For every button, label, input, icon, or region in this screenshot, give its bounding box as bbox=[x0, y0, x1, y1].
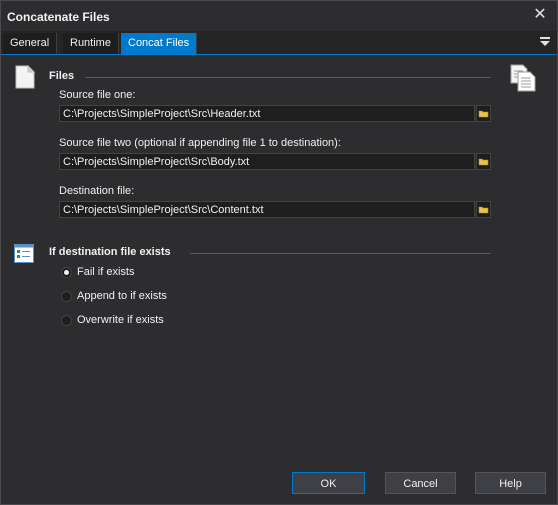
radio-circle[interactable] bbox=[61, 291, 72, 302]
folder-icon bbox=[478, 206, 489, 214]
tab-bar: General Runtime Concat Files bbox=[1, 31, 557, 55]
radio-label: Fail if exists bbox=[77, 266, 135, 278]
radio-label: Append to if exists bbox=[77, 290, 167, 302]
source-file-one-browse-button[interactable] bbox=[476, 105, 491, 122]
files-section-divider bbox=[85, 77, 491, 78]
source-file-one-label: Source file one: bbox=[59, 89, 136, 101]
cancel-button[interactable]: Cancel bbox=[385, 472, 456, 494]
tab-general[interactable]: General bbox=[3, 33, 58, 54]
folder-icon bbox=[478, 158, 489, 166]
destination-file-label: Destination file: bbox=[59, 185, 135, 197]
close-icon[interactable]: ✕ bbox=[531, 6, 549, 24]
source-file-two-label: Source file two (optional if appending f… bbox=[59, 137, 341, 149]
destination-file-input[interactable] bbox=[59, 201, 475, 218]
tab-runtime[interactable]: Runtime bbox=[63, 33, 119, 54]
window-title: Concatenate Files bbox=[7, 10, 110, 24]
tab-menu-icon[interactable] bbox=[539, 35, 551, 49]
options-list-icon bbox=[14, 244, 34, 263]
document-icon bbox=[15, 65, 35, 89]
tab-concat-files[interactable]: Concat Files bbox=[121, 33, 198, 54]
ok-button[interactable]: OK bbox=[292, 472, 365, 494]
radio-circle[interactable] bbox=[61, 267, 72, 278]
exists-section-divider bbox=[190, 253, 491, 254]
exists-section-title: If destination file exists bbox=[49, 246, 171, 258]
files-section-title: Files bbox=[49, 70, 75, 82]
source-file-two-browse-button[interactable] bbox=[476, 153, 491, 170]
destination-file-browse-button[interactable] bbox=[476, 201, 491, 218]
copy-documents-icon bbox=[510, 64, 536, 92]
radio-circle[interactable] bbox=[61, 315, 72, 326]
source-file-one-input[interactable] bbox=[59, 105, 475, 122]
radio-label: Overwrite if exists bbox=[77, 314, 164, 326]
dialog-window: Concatenate Files ✕ General Runtime Conc… bbox=[0, 0, 558, 505]
folder-icon bbox=[478, 110, 489, 118]
help-button[interactable]: Help bbox=[475, 472, 546, 494]
title-bar: Concatenate Files ✕ bbox=[1, 1, 557, 31]
source-file-two-input[interactable] bbox=[59, 153, 475, 170]
